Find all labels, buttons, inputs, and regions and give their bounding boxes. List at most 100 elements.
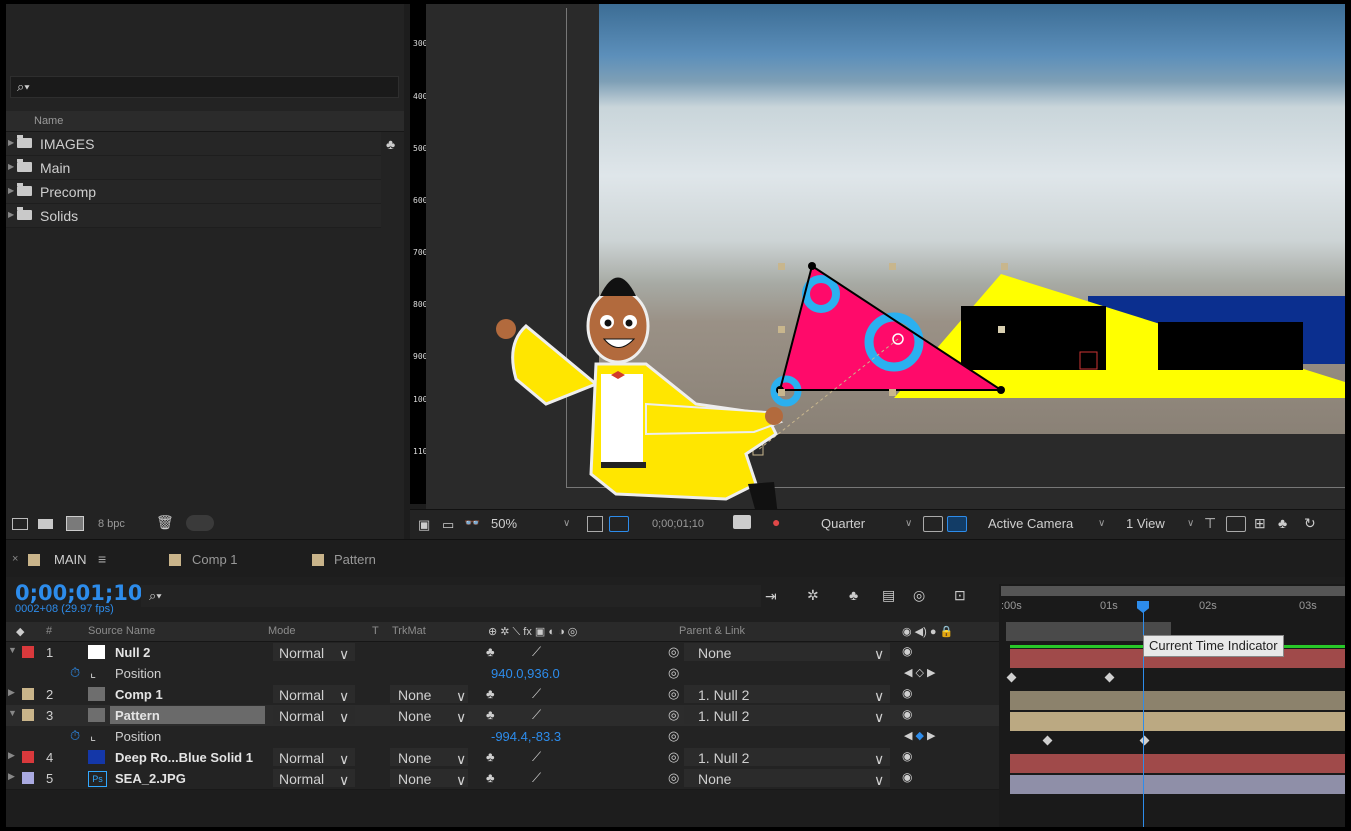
parent-dropdown[interactable]: None ∨: [684, 643, 890, 662]
resolution-value[interactable]: Quarter: [821, 516, 865, 531]
stopwatch-icon[interactable]: ⏱: [70, 665, 80, 681]
label-column-icon[interactable]: ◆: [16, 625, 24, 638]
layer-name[interactable]: Deep Ro...Blue Solid 1: [115, 750, 253, 765]
layer-name[interactable]: Comp 1: [115, 687, 163, 702]
parent-dropdown[interactable]: None ∨: [684, 769, 890, 788]
parent-dropdown[interactable]: 1. Null 2 ∨: [684, 748, 890, 767]
mode-dropdown[interactable]: Normal ∨: [273, 685, 355, 704]
region-of-interest-icon[interactable]: [923, 516, 943, 532]
layer-label-color[interactable]: [22, 688, 34, 700]
bounding-handle[interactable]: [778, 326, 785, 333]
trash-icon[interactable]: 🗑: [156, 514, 174, 531]
zoom-value[interactable]: 50%: [491, 516, 517, 531]
chevron-down-icon[interactable]: ∨: [563, 518, 570, 529]
current-timecode[interactable]: 0;00;01;10: [15, 581, 142, 605]
layer-bar-comp1[interactable]: [1010, 691, 1345, 710]
keyframe-navigator[interactable]: ◀ ◇ ▶: [904, 666, 936, 679]
property-row-position[interactable]: ⏱ ⌞ Position -994.4,-83.3 ◎ ◀ ◆ ▶: [6, 726, 999, 748]
bounding-handle[interactable]: [1001, 263, 1008, 270]
graph-editor-icon[interactable]: ⊡: [954, 587, 966, 604]
bounding-handle[interactable]: [778, 389, 785, 396]
switches-column-icons[interactable]: ⊕ ✲ ⟍ fx ▣ ◐ ◑ ◎: [488, 625, 577, 639]
expand-arrow-icon[interactable]: ▼: [8, 708, 17, 718]
tab-comp-1[interactable]: Comp 1: [192, 552, 238, 567]
shy-switch-icon[interactable]: ♣: [486, 644, 495, 659]
layer-bar-solid[interactable]: [1010, 754, 1345, 773]
layer-label-color[interactable]: [22, 709, 34, 721]
timeline-search-input[interactable]: ⌕▾: [141, 585, 761, 607]
source-name-column[interactable]: Source Name: [88, 625, 155, 637]
quality-switch-icon[interactable]: ⟋: [532, 686, 541, 702]
property-row-position[interactable]: ⏱ ⌞ Position 940.0,936.0 ◎ ◀ ◇ ▶: [6, 663, 999, 685]
flowchart-icon[interactable]: ♣: [1278, 515, 1287, 531]
layer-label-color[interactable]: [22, 751, 34, 763]
monitor-icon[interactable]: ▭: [442, 517, 454, 533]
quality-switch-icon[interactable]: ⟋: [532, 770, 541, 786]
timeline-icon[interactable]: ⊞: [1254, 515, 1266, 532]
tab-main[interactable]: MAIN: [54, 552, 87, 567]
color-channels-icon[interactable]: ●: [772, 514, 780, 530]
close-tab-icon[interactable]: ×: [12, 553, 18, 565]
shy-layers-icon[interactable]: ♣: [849, 587, 858, 603]
interpret-footage-icon[interactable]: [12, 518, 28, 530]
layer-row-2[interactable]: ▶ 2 Comp 1 Normal ∨ None ∨ ♣ ⟋ ◎ 1. Null 2…: [6, 684, 999, 706]
time-ruler[interactable]: :00s 01s 02s 03s: [1001, 600, 1345, 622]
mode-dropdown[interactable]: Normal ∨: [273, 643, 355, 662]
shy-switch-icon[interactable]: ♣: [486, 770, 495, 785]
mode-dropdown[interactable]: Normal ∨: [273, 769, 355, 788]
work-area-bar[interactable]: [1001, 586, 1345, 596]
layer-name[interactable]: Pattern: [115, 708, 160, 723]
expression-pick-whip-icon[interactable]: ◎: [668, 665, 679, 681]
tab-pattern[interactable]: Pattern: [334, 552, 376, 567]
pick-whip-icon[interactable]: ◎: [668, 644, 679, 660]
t-column[interactable]: T: [372, 625, 379, 637]
bit-depth-button[interactable]: 8 bpc: [98, 518, 125, 530]
stopwatch-icon[interactable]: ⏱: [70, 728, 80, 744]
transparency-grid-icon[interactable]: [947, 516, 967, 532]
grid-icon[interactable]: [587, 516, 603, 532]
chevron-down-icon[interactable]: ∨: [1187, 518, 1194, 529]
panel-menu-icon[interactable]: ≡: [98, 551, 106, 567]
mode-dropdown[interactable]: Normal ∨: [273, 748, 355, 767]
trkmat-dropdown[interactable]: None ∨: [390, 769, 468, 788]
parent-dropdown[interactable]: 1. Null 2 ∨: [684, 685, 890, 704]
trkmat-column[interactable]: TrkMat: [392, 625, 426, 637]
expression-pick-whip-icon[interactable]: ◎: [668, 728, 679, 744]
pick-whip-icon[interactable]: ◎: [668, 686, 679, 702]
layer-name[interactable]: SEA_2.JPG: [115, 771, 186, 786]
draft-3d-icon[interactable]: ✲: [807, 587, 819, 604]
layer-name[interactable]: Null 2: [115, 645, 150, 660]
layer-label-color[interactable]: [22, 772, 34, 784]
parent-dropdown[interactable]: 1. Null 2 ∨: [684, 706, 890, 725]
pick-whip-icon[interactable]: ◎: [668, 749, 679, 765]
layer-bar-pattern[interactable]: [1010, 712, 1345, 731]
visibility-eye-icon[interactable]: ◉: [902, 770, 912, 784]
trkmat-dropdown[interactable]: None ∨: [390, 706, 468, 725]
expand-arrow-icon[interactable]: ▶: [8, 750, 15, 761]
bounding-handle[interactable]: [889, 389, 896, 396]
reset-exposure-icon[interactable]: ↻: [1304, 515, 1316, 532]
layer-bar-sea[interactable]: [1010, 775, 1345, 794]
motion-blur-icon[interactable]: ◎: [913, 587, 925, 604]
parent-link-column[interactable]: Parent & Link: [679, 625, 745, 637]
shy-switch-icon[interactable]: ♣: [486, 749, 495, 764]
visibility-eye-icon[interactable]: ◉: [902, 686, 912, 700]
quality-switch-icon[interactable]: ⟋: [532, 644, 541, 660]
pick-whip-icon[interactable]: ◎: [668, 707, 679, 723]
toggle-pixel-aspect-icon[interactable]: ⊤: [1204, 515, 1216, 532]
viewer-timecode[interactable]: 0;00;01;10: [652, 518, 704, 530]
thumbnail-toggle[interactable]: [186, 515, 214, 531]
layer-label-color[interactable]: [22, 646, 34, 658]
bounding-handle[interactable]: [778, 263, 785, 270]
bounding-handle[interactable]: [889, 263, 896, 270]
active-camera-value[interactable]: Active Camera: [988, 516, 1073, 531]
graph-icon[interactable]: ⌞: [90, 665, 96, 681]
chevron-down-icon[interactable]: ∨: [1098, 518, 1105, 529]
layer-row-3[interactable]: ▼ 3 Pattern Normal ∨ None ∨ ♣ ⟋ ◎ 1. Null …: [6, 705, 999, 727]
visibility-eye-icon[interactable]: ◉: [902, 749, 912, 763]
chevron-down-icon[interactable]: ∨: [905, 518, 912, 529]
visibility-eye-icon[interactable]: ◉: [902, 707, 912, 721]
mode-dropdown[interactable]: Normal ∨: [273, 706, 355, 725]
frame-blending-icon[interactable]: ▤: [882, 587, 895, 604]
quality-switch-icon[interactable]: ⟋: [532, 749, 541, 765]
